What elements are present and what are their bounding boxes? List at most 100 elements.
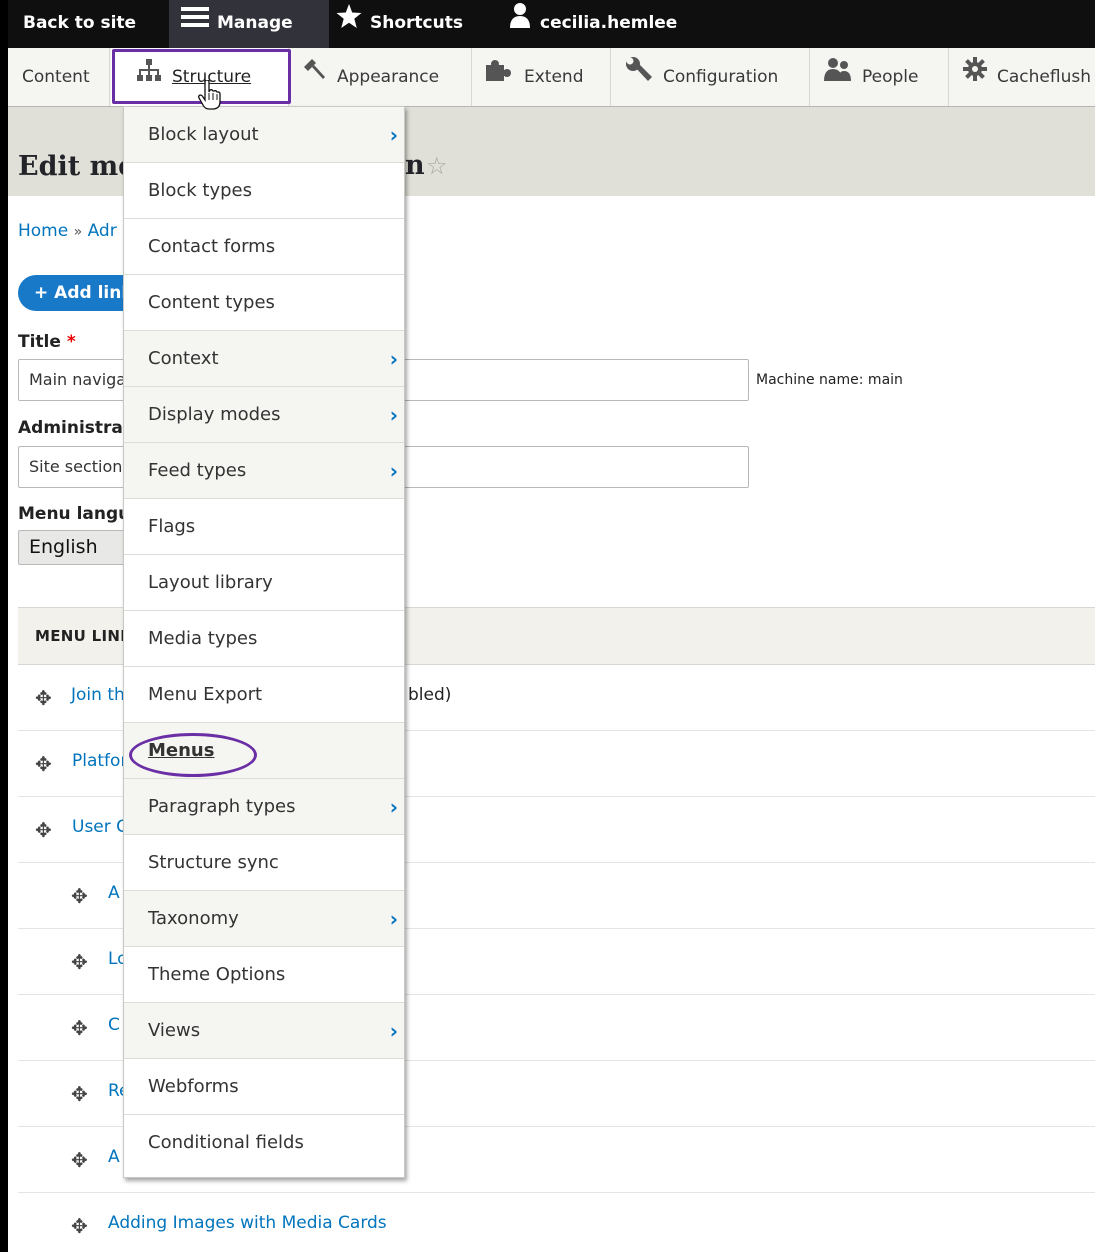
menu-item-label: Menu Export bbox=[148, 684, 263, 705]
hand-cursor-icon bbox=[197, 79, 223, 114]
chevron-right-icon: › bbox=[389, 347, 398, 371]
drag-handle-icon[interactable]: ✥ bbox=[35, 752, 52, 776]
menu-item-context[interactable]: Context › bbox=[124, 331, 404, 387]
chevron-right-icon: › bbox=[389, 123, 398, 147]
star-icon bbox=[336, 0, 362, 46]
menu-item-label: Views bbox=[148, 1020, 201, 1041]
breadcrumb-admin[interactable]: Adr bbox=[88, 221, 117, 241]
drag-handle-icon[interactable]: ✥ bbox=[71, 950, 88, 974]
hamburger-icon bbox=[181, 0, 209, 46]
menu-item-label: Media types bbox=[148, 628, 258, 649]
menu-item-label: Layout library bbox=[148, 572, 273, 593]
shortcut-star-icon[interactable]: ☆ bbox=[426, 152, 448, 180]
menu-item-content-types[interactable]: Content types bbox=[124, 275, 404, 331]
menu-item-webforms[interactable]: Webforms bbox=[124, 1059, 404, 1115]
wrench-icon bbox=[625, 47, 653, 105]
machine-name: Machine name: main bbox=[756, 372, 903, 388]
menu-item-label: Feed types bbox=[148, 460, 247, 481]
shortcuts-tab[interactable]: Shortcuts bbox=[332, 0, 463, 48]
user-tab[interactable]: cecilia.hemlee bbox=[508, 0, 677, 48]
menu-item-theme-options[interactable]: Theme Options bbox=[124, 947, 404, 1003]
tray-label: Extend bbox=[524, 67, 584, 87]
admin-toolbar: Back to site Manage Shortcuts cecilia.he… bbox=[8, 0, 1095, 48]
menu-item-label: Contact forms bbox=[148, 236, 276, 257]
tray-item-configuration[interactable]: Configuration bbox=[611, 48, 810, 106]
drag-handle-icon[interactable]: ✥ bbox=[71, 1148, 88, 1172]
menu-link[interactable]: Adding Images with Media Cards bbox=[108, 1213, 387, 1233]
menu-item-block-layout[interactable]: Block layout › bbox=[124, 107, 404, 163]
title-label: Title * bbox=[18, 332, 76, 352]
drag-handle-icon[interactable]: ✥ bbox=[35, 818, 52, 842]
drag-handle-icon[interactable]: ✥ bbox=[71, 1016, 88, 1040]
manage-tab[interactable]: Manage bbox=[169, 0, 329, 48]
menu-item-flags[interactable]: Flags bbox=[124, 499, 404, 555]
menu-item-label: Display modes bbox=[148, 404, 281, 425]
menu-item-label: Webforms bbox=[148, 1076, 239, 1097]
menu-item-label: Content types bbox=[148, 292, 275, 313]
menu-item-contact-forms[interactable]: Contact forms bbox=[124, 219, 404, 275]
menus-highlight-ring bbox=[129, 733, 257, 777]
tray-label: Content bbox=[22, 67, 90, 87]
menu-item-feed-types[interactable]: Feed types › bbox=[124, 443, 404, 499]
page-title-tail: n bbox=[405, 150, 425, 181]
chevron-right-icon: › bbox=[389, 907, 398, 931]
user-label: cecilia.hemlee bbox=[540, 13, 678, 33]
back-to-site-link[interactable]: Back to site bbox=[23, 0, 136, 48]
menu-link[interactable]: A bbox=[108, 883, 120, 903]
window-edge bbox=[0, 0, 8, 1252]
breadcrumb-separator: » bbox=[73, 224, 83, 240]
tray-label: People bbox=[862, 67, 919, 87]
shortcuts-label: Shortcuts bbox=[370, 13, 463, 33]
menu-item-menu-export[interactable]: Menu Export bbox=[124, 667, 404, 723]
tray-label: Configuration bbox=[663, 67, 779, 87]
drag-handle-icon[interactable]: ✥ bbox=[35, 686, 52, 710]
chevron-right-icon: › bbox=[389, 459, 398, 483]
drag-handle-icon[interactable]: ✥ bbox=[71, 1082, 88, 1106]
tray-item-people[interactable]: People bbox=[810, 48, 949, 106]
page-title: Edit me bbox=[18, 151, 136, 182]
required-mark: * bbox=[66, 332, 76, 352]
drag-handle-icon[interactable]: ✥ bbox=[71, 884, 88, 908]
table-row: ✥ Adding Images with Media Cards bbox=[18, 1193, 1095, 1252]
drag-handle-icon[interactable]: ✥ bbox=[71, 1214, 88, 1238]
tray-item-cacheflush[interactable]: Cacheflush bbox=[949, 48, 1095, 106]
menu-link[interactable]: C bbox=[108, 1015, 120, 1035]
manage-label: Manage bbox=[217, 13, 293, 33]
chevron-right-icon: › bbox=[389, 403, 398, 427]
menu-item-label: Taxonomy bbox=[148, 908, 239, 929]
people-icon bbox=[824, 47, 852, 105]
structure-dropdown-menu: Block layout › Block types Contact forms … bbox=[123, 106, 405, 1178]
menu-item-structure-sync[interactable]: Structure sync bbox=[124, 835, 404, 891]
breadcrumb-home[interactable]: Home bbox=[18, 221, 68, 241]
menu-item-media-types[interactable]: Media types bbox=[124, 611, 404, 667]
menu-item-label: Paragraph types bbox=[148, 796, 296, 817]
menu-item-label: Block types bbox=[148, 180, 252, 201]
menu-item-label: Flags bbox=[148, 516, 196, 537]
menu-item-label: Conditional fields bbox=[148, 1132, 304, 1153]
tray-label: Appearance bbox=[337, 67, 440, 87]
menu-item-label: Theme Options bbox=[148, 964, 286, 985]
menu-item-label: Block layout bbox=[148, 124, 259, 145]
menu-item-paragraph-types[interactable]: Paragraph types › bbox=[124, 779, 404, 835]
paintbrush-icon bbox=[301, 47, 327, 105]
menu-item-label: Context bbox=[148, 348, 219, 369]
menu-item-taxonomy[interactable]: Taxonomy › bbox=[124, 891, 404, 947]
chevron-right-icon: › bbox=[389, 1019, 398, 1043]
puzzle-icon bbox=[486, 47, 514, 105]
menu-link[interactable]: A bbox=[108, 1147, 120, 1167]
tray-item-appearance[interactable]: Appearance bbox=[289, 48, 472, 106]
menu-item-layout-library[interactable]: Layout library bbox=[124, 555, 404, 611]
user-icon bbox=[508, 0, 532, 46]
title-label-text: Title bbox=[18, 332, 61, 352]
menu-item-block-types[interactable]: Block types bbox=[124, 163, 404, 219]
tray-label: Cacheflush bbox=[997, 67, 1091, 87]
breadcrumb: Home » Adr bbox=[18, 221, 117, 241]
link-status: bled) bbox=[408, 685, 452, 705]
menu-item-display-modes[interactable]: Display modes › bbox=[124, 387, 404, 443]
tray-item-extend[interactable]: Extend bbox=[472, 48, 611, 106]
gear-icon bbox=[963, 47, 987, 105]
menu-item-conditional-fields[interactable]: Conditional fields bbox=[124, 1115, 404, 1171]
tray-item-content[interactable]: Content bbox=[8, 48, 110, 106]
menu-item-views[interactable]: Views › bbox=[124, 1003, 404, 1059]
menu-item-label: Structure sync bbox=[148, 852, 279, 873]
